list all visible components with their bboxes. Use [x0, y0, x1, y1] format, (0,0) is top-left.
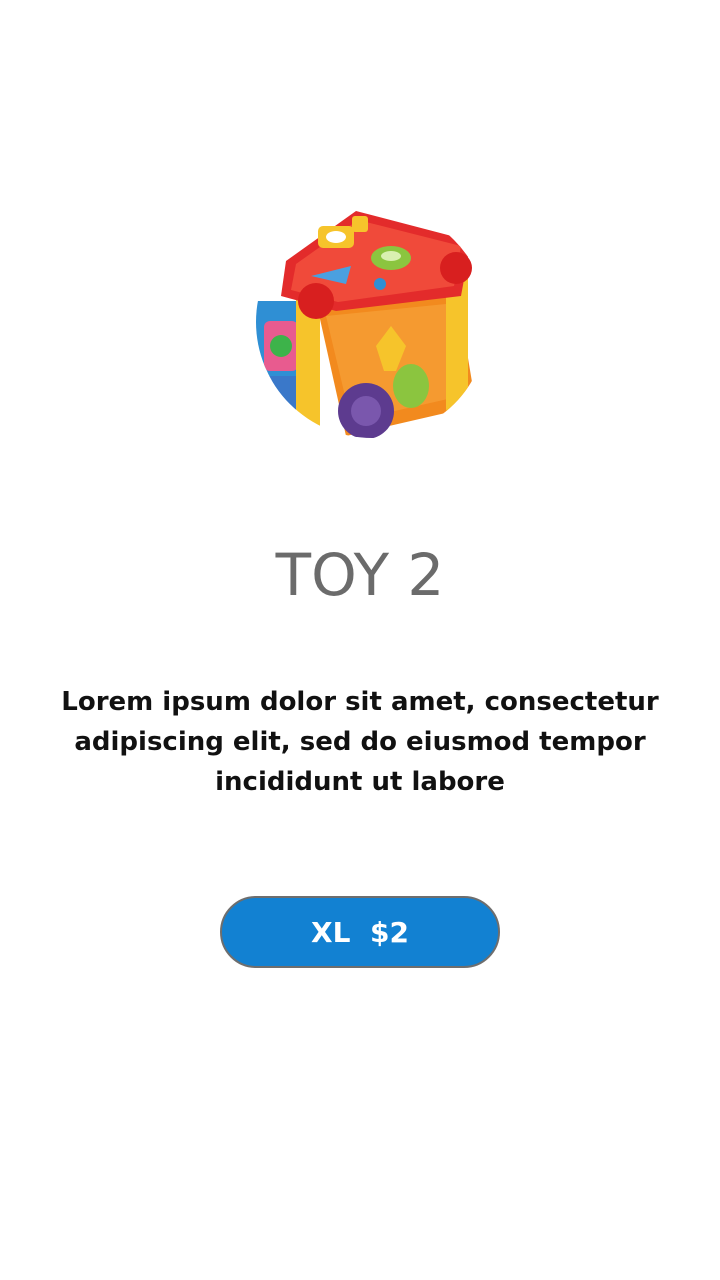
label-spacer: [350, 916, 370, 949]
product-title: TOY 2: [275, 541, 445, 609]
product-image: [256, 206, 488, 438]
toy-cube-illustration: [256, 206, 488, 438]
price-label: $2: [369, 915, 409, 949]
product-description: Lorem ipsum dolor sit amet, consectetur …: [61, 687, 659, 797]
product-detail-screen: TOY 2 Lorem ipsum dolor sit amet, consec…: [0, 0, 720, 1280]
size-label: XL: [311, 915, 351, 949]
size-price-button[interactable]: XL $2: [220, 896, 500, 968]
